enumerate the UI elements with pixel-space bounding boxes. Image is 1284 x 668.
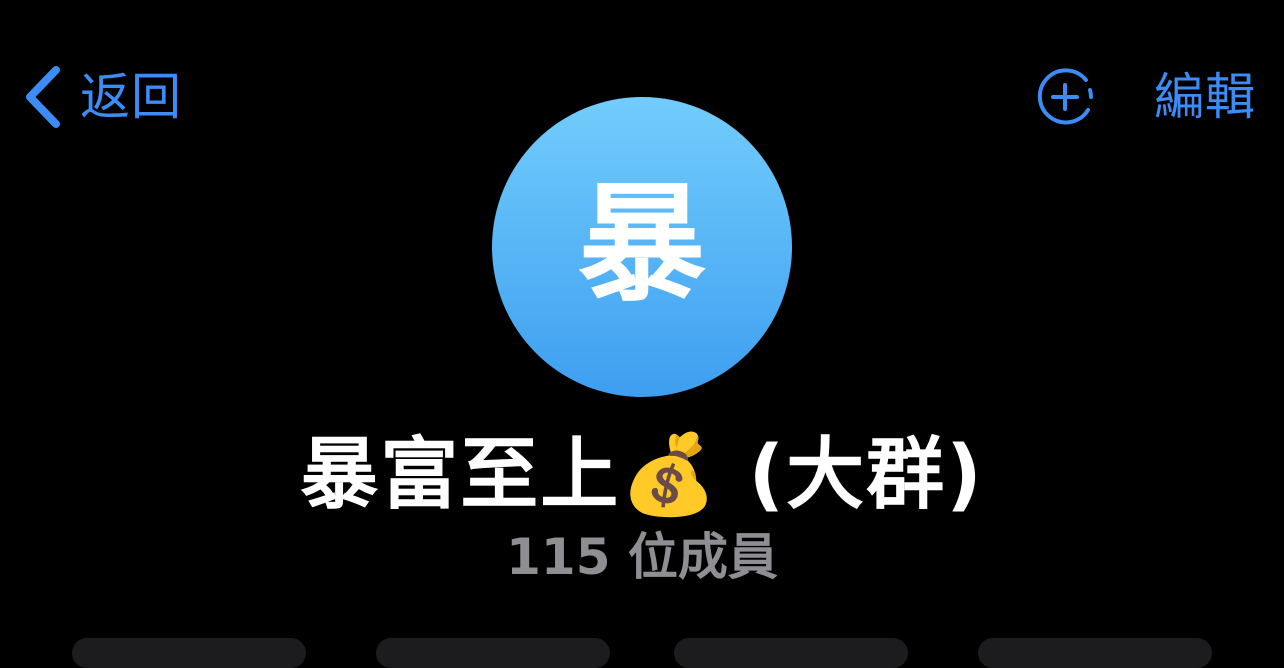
- action-tile[interactable]: [978, 638, 1212, 668]
- action-tile[interactable]: [376, 638, 610, 668]
- avatar-letter: 暴: [577, 170, 706, 319]
- back-button[interactable]: 返回: [20, 62, 182, 132]
- group-avatar[interactable]: 暴: [492, 97, 792, 397]
- group-title: 暴富至上💰 (大群): [300, 430, 984, 520]
- member-count: 115 位成員: [506, 528, 778, 586]
- edit-button[interactable]: 編輯: [1154, 62, 1256, 132]
- circle-plus-dashed-icon: [1037, 68, 1093, 125]
- add-member-button[interactable]: [1034, 66, 1096, 128]
- action-tile[interactable]: [674, 638, 908, 668]
- action-buttons-row: [0, 638, 1284, 668]
- chevron-left-icon: [26, 66, 60, 128]
- action-tile[interactable]: [72, 638, 306, 668]
- back-label: 返回: [80, 68, 182, 126]
